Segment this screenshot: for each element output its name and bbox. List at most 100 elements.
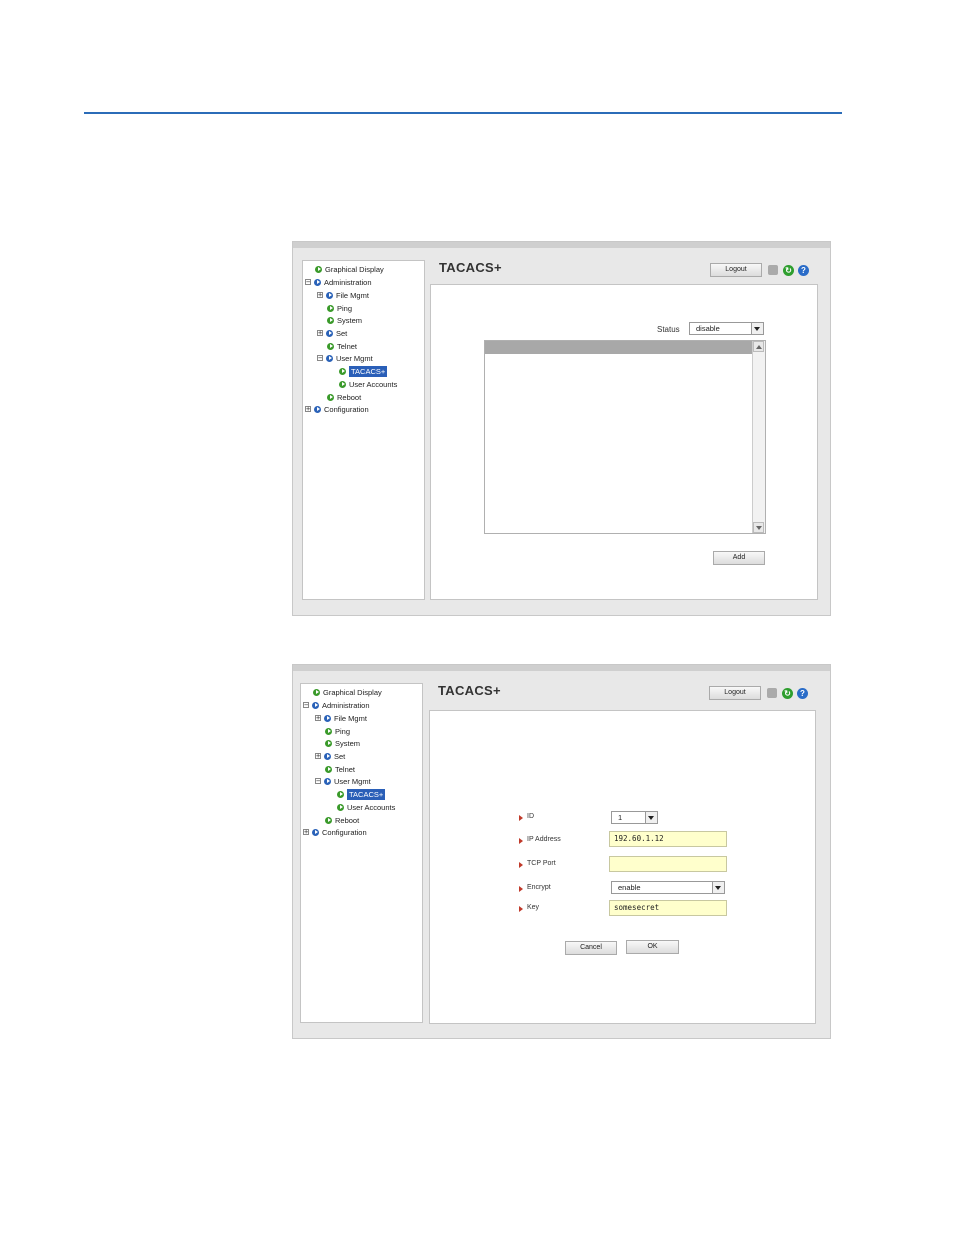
tree-item-telnet[interactable]: Telnet xyxy=(327,340,357,352)
green-arrow-icon xyxy=(327,304,334,312)
save-icon[interactable] xyxy=(767,688,777,698)
logout-button[interactable]: Logout xyxy=(710,263,762,277)
expand-icon[interactable]: + xyxy=(315,753,321,760)
scroll-down-icon[interactable] xyxy=(753,522,764,533)
collapse-icon[interactable]: − xyxy=(315,778,321,785)
tree-item-administration[interactable]: − Administration xyxy=(305,276,372,288)
tree-item-tacacs[interactable]: TACACS+ xyxy=(337,788,386,800)
tree-item-label-selected: TACACS+ xyxy=(349,365,388,377)
blue-arrow-icon xyxy=(324,777,331,785)
tree-item-label: Telnet xyxy=(337,341,358,351)
status-select[interactable]: disable xyxy=(689,322,764,335)
logout-button[interactable]: Logout xyxy=(709,686,761,700)
tree-item-reboot[interactable]: Reboot xyxy=(325,814,359,826)
chevron-down-icon xyxy=(645,812,657,823)
tree-item-label: Ping xyxy=(335,726,351,736)
tree-item-label: System xyxy=(335,738,361,748)
list-scrollbar[interactable] xyxy=(752,341,765,533)
expand-icon[interactable]: + xyxy=(315,715,321,722)
tree-item-graphical-display[interactable]: Graphical Display xyxy=(315,263,384,275)
add-button[interactable]: Add xyxy=(713,551,765,565)
tree-item-configuration[interactable]: + Configuration xyxy=(303,826,367,838)
tree-item-file-mgmt[interactable]: + File Mgmt xyxy=(317,289,369,301)
id-select[interactable]: 1 xyxy=(611,811,658,824)
green-arrow-icon xyxy=(327,316,334,324)
blue-arrow-icon xyxy=(312,701,319,709)
collapse-icon[interactable]: − xyxy=(317,355,323,362)
blue-arrow-icon xyxy=(314,405,321,413)
refresh-icon[interactable]: ↻ xyxy=(783,265,794,276)
tree-item-administration[interactable]: − Administration xyxy=(303,699,370,711)
tree-item-user-accounts[interactable]: User Accounts xyxy=(337,801,395,813)
top-rule xyxy=(84,112,842,114)
green-arrow-icon xyxy=(313,688,320,696)
tree-item-set[interactable]: + Set xyxy=(315,750,345,762)
tree-item-label: Graphical Display xyxy=(325,264,384,274)
chevron-down-icon xyxy=(751,323,763,334)
refresh-icon[interactable]: ↻ xyxy=(782,688,793,699)
tacacs-list-window: Graphical Display − Administration + Fil… xyxy=(292,241,831,616)
tree-item-system[interactable]: System xyxy=(325,737,360,749)
expand-icon[interactable]: + xyxy=(303,829,309,836)
encrypt-select-value: enable xyxy=(618,883,641,892)
tree-item-label: Graphical Display xyxy=(323,687,382,697)
tcp-port-input[interactable] xyxy=(609,856,727,872)
required-marker-icon xyxy=(519,906,523,912)
tree-item-tacacs[interactable]: TACACS+ xyxy=(339,365,388,377)
window-topbar xyxy=(293,242,830,248)
page-title: TACACS+ xyxy=(438,683,501,698)
tree-item-label: User Mgmt xyxy=(334,776,371,786)
blue-arrow-icon xyxy=(326,354,333,362)
chevron-down-icon xyxy=(712,882,724,893)
encrypt-label: Encrypt xyxy=(527,884,551,891)
page-title: TACACS+ xyxy=(439,260,502,275)
tree-item-reboot[interactable]: Reboot xyxy=(327,391,361,403)
id-select-value: 1 xyxy=(618,813,623,822)
status-label: Status xyxy=(657,325,680,334)
tree-item-file-mgmt[interactable]: + File Mgmt xyxy=(315,712,367,724)
scroll-up-icon[interactable] xyxy=(753,341,764,352)
collapse-icon[interactable]: − xyxy=(305,279,311,286)
green-arrow-icon xyxy=(325,727,332,735)
tree-item-user-mgmt[interactable]: − User Mgmt xyxy=(315,775,371,787)
tree-item-ping[interactable]: Ping xyxy=(327,302,352,314)
green-arrow-icon xyxy=(337,803,344,811)
tree-item-set[interactable]: + Set xyxy=(317,327,347,339)
collapse-icon[interactable]: − xyxy=(303,702,309,709)
cancel-button[interactable]: Cancel xyxy=(565,941,617,955)
ip-address-input[interactable]: 192.60.1.12 xyxy=(609,831,727,847)
ok-button[interactable]: OK xyxy=(626,940,679,954)
blue-arrow-icon xyxy=(314,278,321,286)
tree-item-user-accounts[interactable]: User Accounts xyxy=(339,378,397,390)
tree-item-label: File Mgmt xyxy=(336,290,369,300)
tree-item-label: Administration xyxy=(322,700,370,710)
tacacs-edit-window: Graphical Display − Administration + Fil… xyxy=(292,664,831,1039)
tree-item-ping[interactable]: Ping xyxy=(325,725,350,737)
tree-item-label: Reboot xyxy=(337,392,362,402)
blue-arrow-icon xyxy=(324,752,331,760)
tacacs-server-list[interactable] xyxy=(484,340,766,534)
navigation-tree: Graphical Display − Administration + Fil… xyxy=(300,683,423,1023)
expand-icon[interactable]: + xyxy=(305,406,311,413)
key-input[interactable]: somesecret xyxy=(609,900,727,916)
tree-item-configuration[interactable]: + Configuration xyxy=(305,403,369,415)
tree-item-graphical-display[interactable]: Graphical Display xyxy=(313,686,382,698)
tree-item-label: Ping xyxy=(337,303,353,313)
tree-item-label: Set xyxy=(334,751,346,761)
tree-item-label: User Accounts xyxy=(347,802,396,812)
tree-item-telnet[interactable]: Telnet xyxy=(325,763,355,775)
expand-icon[interactable]: + xyxy=(317,330,323,337)
tree-item-user-mgmt[interactable]: − User Mgmt xyxy=(317,352,373,364)
help-icon[interactable]: ? xyxy=(798,265,809,276)
tcp-port-label: TCP Port xyxy=(527,860,556,867)
navigation-tree: Graphical Display − Administration + Fil… xyxy=(302,260,425,600)
blue-arrow-icon xyxy=(326,329,333,337)
expand-icon[interactable]: + xyxy=(317,292,323,299)
tree-item-system[interactable]: System xyxy=(327,314,362,326)
help-icon[interactable]: ? xyxy=(797,688,808,699)
green-arrow-icon xyxy=(325,765,332,773)
save-icon[interactable] xyxy=(768,265,778,275)
tree-item-label: User Mgmt xyxy=(336,353,373,363)
encrypt-select[interactable]: enable xyxy=(611,881,725,894)
tree-item-label: Set xyxy=(336,328,348,338)
